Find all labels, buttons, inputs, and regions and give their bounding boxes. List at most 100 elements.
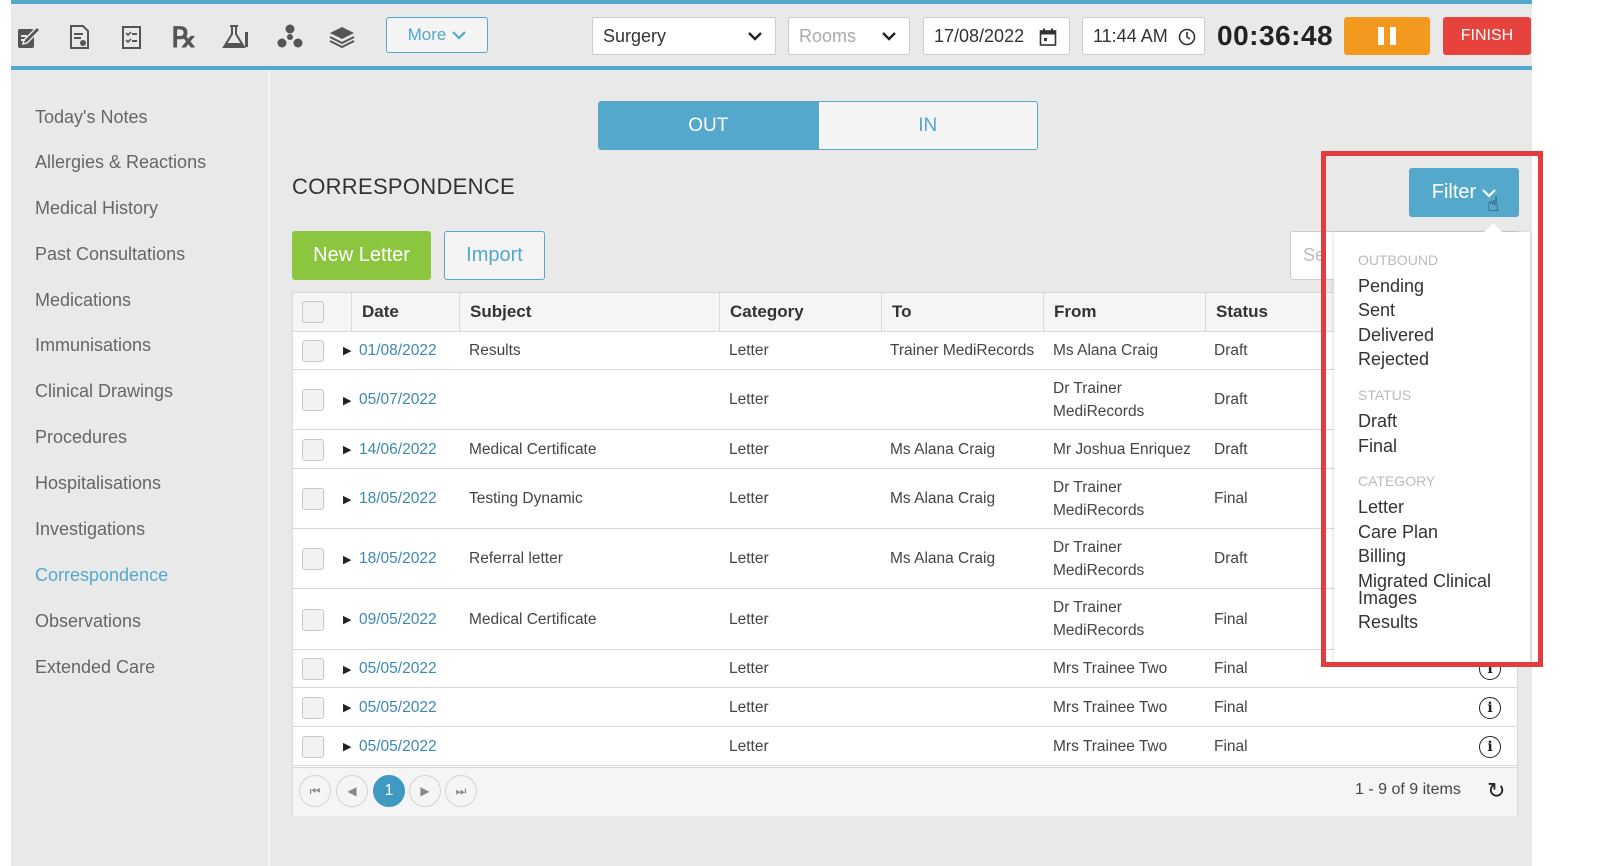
expand-row-icon[interactable]: ▶ (343, 553, 351, 566)
time-value: 11:44 AM (1093, 25, 1168, 46)
filter-option-billing[interactable]: Billing (1358, 547, 1406, 565)
table-row[interactable]: ▶ 05/05/2022 Letter Mrs Trainee Two Final i (293, 688, 1517, 727)
sidebar-item-past-consultations[interactable]: Past Consultations (35, 244, 185, 265)
row-checkbox[interactable] (302, 658, 324, 680)
calendar-icon[interactable] (1039, 28, 1057, 46)
row-checkbox[interactable] (302, 736, 324, 758)
cell-date[interactable]: 09/05/2022 (359, 589, 437, 649)
filter-option-sent[interactable]: Sent (1358, 301, 1395, 319)
expand-row-icon[interactable]: ▶ (343, 663, 351, 676)
clock-icon[interactable] (1178, 28, 1196, 46)
filter-option-letter[interactable]: Letter (1358, 498, 1404, 516)
cell-date[interactable]: 18/05/2022 (359, 469, 437, 528)
new-letter-button[interactable]: New Letter (292, 231, 431, 280)
finish-button[interactable]: FINISH (1443, 17, 1531, 55)
last-page-button[interactable]: ⏭ (445, 775, 477, 807)
cell-date[interactable]: 05/05/2022 (359, 727, 437, 765)
row-checkbox[interactable] (302, 609, 324, 631)
sidebar-item-medications[interactable]: Medications (35, 290, 131, 311)
table-row[interactable]: ▶ 05/05/2022 Letter Mrs Trainee Two Final i (293, 727, 1517, 766)
sidebar-item-observations[interactable]: Observations (35, 611, 141, 632)
filter-option-results[interactable]: Results (1358, 613, 1418, 631)
expand-row-icon[interactable]: ▶ (343, 701, 351, 714)
expand-row-icon[interactable]: ▶ (343, 493, 351, 506)
sidebar-item-extended-care[interactable]: Extended Care (35, 657, 155, 678)
sidebar-item-todays-notes[interactable]: Today's Notes (35, 107, 148, 128)
filter-button[interactable]: Filter (1409, 168, 1519, 217)
notes-icon[interactable] (13, 22, 43, 52)
rx-icon[interactable]: ℞ (169, 21, 199, 54)
sidebar-item-hospitalisations[interactable]: Hospitalisations (35, 473, 161, 494)
sidebar-item-procedures[interactable]: Procedures (35, 427, 127, 448)
location-select[interactable]: Surgery (592, 17, 776, 55)
cell-status: Final (1214, 610, 1248, 628)
column-subject[interactable]: Subject (459, 293, 719, 331)
sidebar-item-correspondence[interactable]: Correspondence (35, 565, 168, 586)
cell-date[interactable]: 14/06/2022 (359, 430, 437, 468)
info-icon[interactable]: i (1479, 697, 1501, 719)
tab-in[interactable]: IN (817, 102, 1037, 149)
layers-icon[interactable] (327, 22, 357, 52)
cell-date[interactable]: 05/07/2022 (359, 370, 437, 429)
cell-from: Dr Trainer MediRecords (1053, 478, 1145, 519)
cell-to: Ms Alana Craig (890, 440, 996, 458)
filter-option-care-plan[interactable]: Care Plan (1358, 523, 1438, 541)
cell-status: Draft (1214, 550, 1248, 567)
sidebar-item-clinical-drawings[interactable]: Clinical Drawings (35, 381, 173, 402)
filter-option-migrated-clinical-images[interactable]: Migrated Clinical Images (1358, 572, 1508, 607)
lab-flask-icon[interactable] (221, 22, 251, 52)
row-checkbox[interactable] (302, 389, 324, 411)
filter-option-rejected[interactable]: Rejected (1358, 350, 1429, 368)
pause-button[interactable] (1344, 17, 1430, 55)
dropdown-caret (1484, 223, 1502, 232)
sidebar-item-immunisations[interactable]: Immunisations (35, 335, 151, 356)
filter-option-final[interactable]: Final (1358, 437, 1397, 455)
column-category[interactable]: Category (719, 293, 881, 331)
expand-row-icon[interactable]: ▶ (343, 394, 351, 407)
page-title: CORRESPONDENCE (292, 174, 516, 199)
date-value: 17/08/2022 (934, 25, 1025, 46)
select-all-checkbox[interactable] (302, 301, 324, 323)
column-to[interactable]: To (881, 293, 1043, 331)
refresh-icon[interactable]: ↻ (1487, 779, 1505, 804)
next-page-button[interactable]: ▶ (409, 775, 441, 807)
cell-date[interactable]: 05/05/2022 (359, 650, 437, 687)
rooms-select[interactable]: Rooms (788, 17, 910, 55)
filter-option-draft[interactable]: Draft (1358, 412, 1397, 430)
row-checkbox[interactable] (302, 439, 324, 461)
cell-to: Ms Alana Craig (890, 550, 996, 567)
prev-page-button[interactable]: ◀ (336, 775, 368, 807)
import-button[interactable]: Import (444, 231, 545, 280)
filter-option-delivered[interactable]: Delivered (1358, 326, 1434, 344)
checklist-icon[interactable] (117, 22, 147, 52)
tab-out[interactable]: OUT (599, 102, 818, 149)
document-icon[interactable] (65, 22, 95, 52)
expand-row-icon[interactable]: ▶ (343, 740, 351, 753)
row-checkbox[interactable] (302, 340, 324, 362)
column-date[interactable]: Date (351, 293, 459, 331)
cell-date[interactable]: 18/05/2022 (359, 529, 437, 588)
page-1-button[interactable]: 1 (373, 775, 405, 807)
date-input[interactable]: 17/08/2022 (923, 17, 1070, 55)
cell-date[interactable]: 01/08/2022 (359, 331, 437, 369)
row-checkbox[interactable] (302, 488, 324, 510)
cell-from: Ms Alana Craig (1053, 341, 1159, 359)
cell-date[interactable]: 05/05/2022 (359, 688, 437, 726)
sidebar-item-medical-history[interactable]: Medical History (35, 198, 158, 219)
time-input[interactable]: 11:44 AM (1082, 17, 1205, 55)
sidebar-item-investigations[interactable]: Investigations (35, 519, 145, 540)
first-page-button[interactable]: ⏮ (299, 775, 331, 807)
column-from[interactable]: From (1043, 293, 1205, 331)
sidebar-item-allergies[interactable]: Allergies & Reactions (35, 152, 206, 173)
expand-row-icon[interactable]: ▶ (343, 344, 351, 357)
row-checkbox[interactable] (302, 697, 324, 719)
radiation-icon[interactable] (275, 22, 305, 52)
expand-row-icon[interactable]: ▶ (343, 443, 351, 456)
cell-category: Letter (729, 391, 769, 408)
more-button[interactable]: More (386, 17, 488, 53)
info-icon[interactable]: i (1479, 736, 1501, 758)
row-checkbox[interactable] (302, 548, 324, 570)
cell-subject: Medical Certificate (469, 610, 597, 628)
expand-row-icon[interactable]: ▶ (343, 613, 351, 626)
filter-option-pending[interactable]: Pending (1358, 277, 1424, 295)
